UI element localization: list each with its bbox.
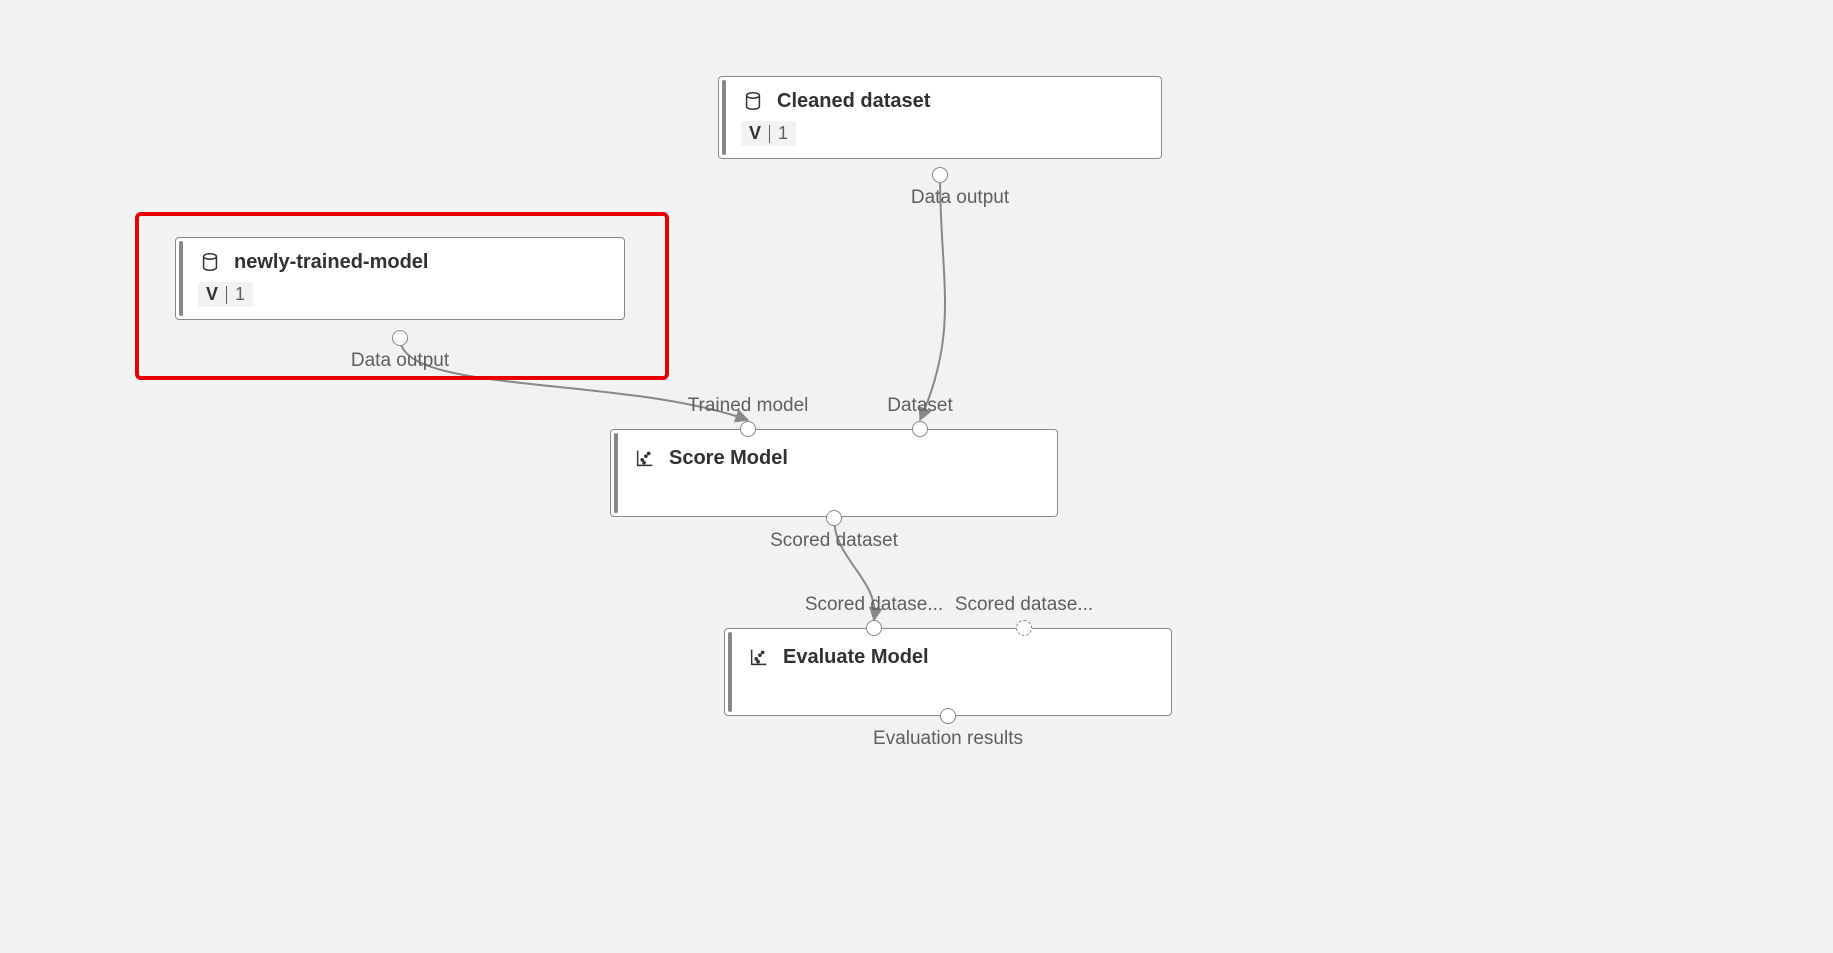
- port-label: Data output: [351, 350, 449, 372]
- database-icon: [198, 250, 222, 274]
- pipeline-canvas[interactable]: Cleaned dataset V 1 Data output newly-tr…: [0, 0, 1833, 953]
- port-label: Evaluation results: [873, 728, 1023, 750]
- node-newly-trained-model[interactable]: newly-trained-model V 1: [175, 237, 625, 320]
- port-label: Data output: [911, 187, 1009, 209]
- node-score-model[interactable]: Score Model: [610, 429, 1058, 517]
- port-score-trained-model-in[interactable]: [740, 421, 756, 437]
- version-badge: V 1: [741, 121, 796, 146]
- node-stripe: [179, 241, 183, 316]
- node-evaluate-model[interactable]: Evaluate Model: [724, 628, 1172, 716]
- port-label: Trained model: [688, 395, 809, 417]
- port-cleaned-dataset-out[interactable]: [932, 167, 948, 183]
- port-score-scored-dataset-out[interactable]: [826, 510, 842, 526]
- node-stripe: [728, 632, 732, 712]
- version-badge: V 1: [198, 282, 253, 307]
- node-cleaned-dataset[interactable]: Cleaned dataset V 1: [718, 76, 1162, 159]
- port-newly-trained-model-out[interactable]: [392, 330, 408, 346]
- port-label: Scored dataset: [770, 530, 898, 552]
- node-title: Evaluate Model: [783, 646, 929, 669]
- port-label: Dataset: [887, 395, 952, 417]
- database-icon: [741, 89, 765, 113]
- node-title: Cleaned dataset: [777, 90, 930, 113]
- port-label: Scored datase...: [805, 594, 943, 616]
- port-evaluate-scored-right-in[interactable]: [1016, 620, 1032, 636]
- scatter-icon: [747, 645, 771, 669]
- node-stripe: [614, 433, 618, 513]
- node-title: Score Model: [669, 447, 788, 470]
- port-evaluate-results-out[interactable]: [940, 708, 956, 724]
- port-evaluate-scored-left-in[interactable]: [866, 620, 882, 636]
- port-label: Scored datase...: [955, 594, 1093, 616]
- port-score-dataset-in[interactable]: [912, 421, 928, 437]
- node-stripe: [722, 80, 726, 155]
- node-title: newly-trained-model: [234, 251, 428, 274]
- scatter-icon: [633, 446, 657, 470]
